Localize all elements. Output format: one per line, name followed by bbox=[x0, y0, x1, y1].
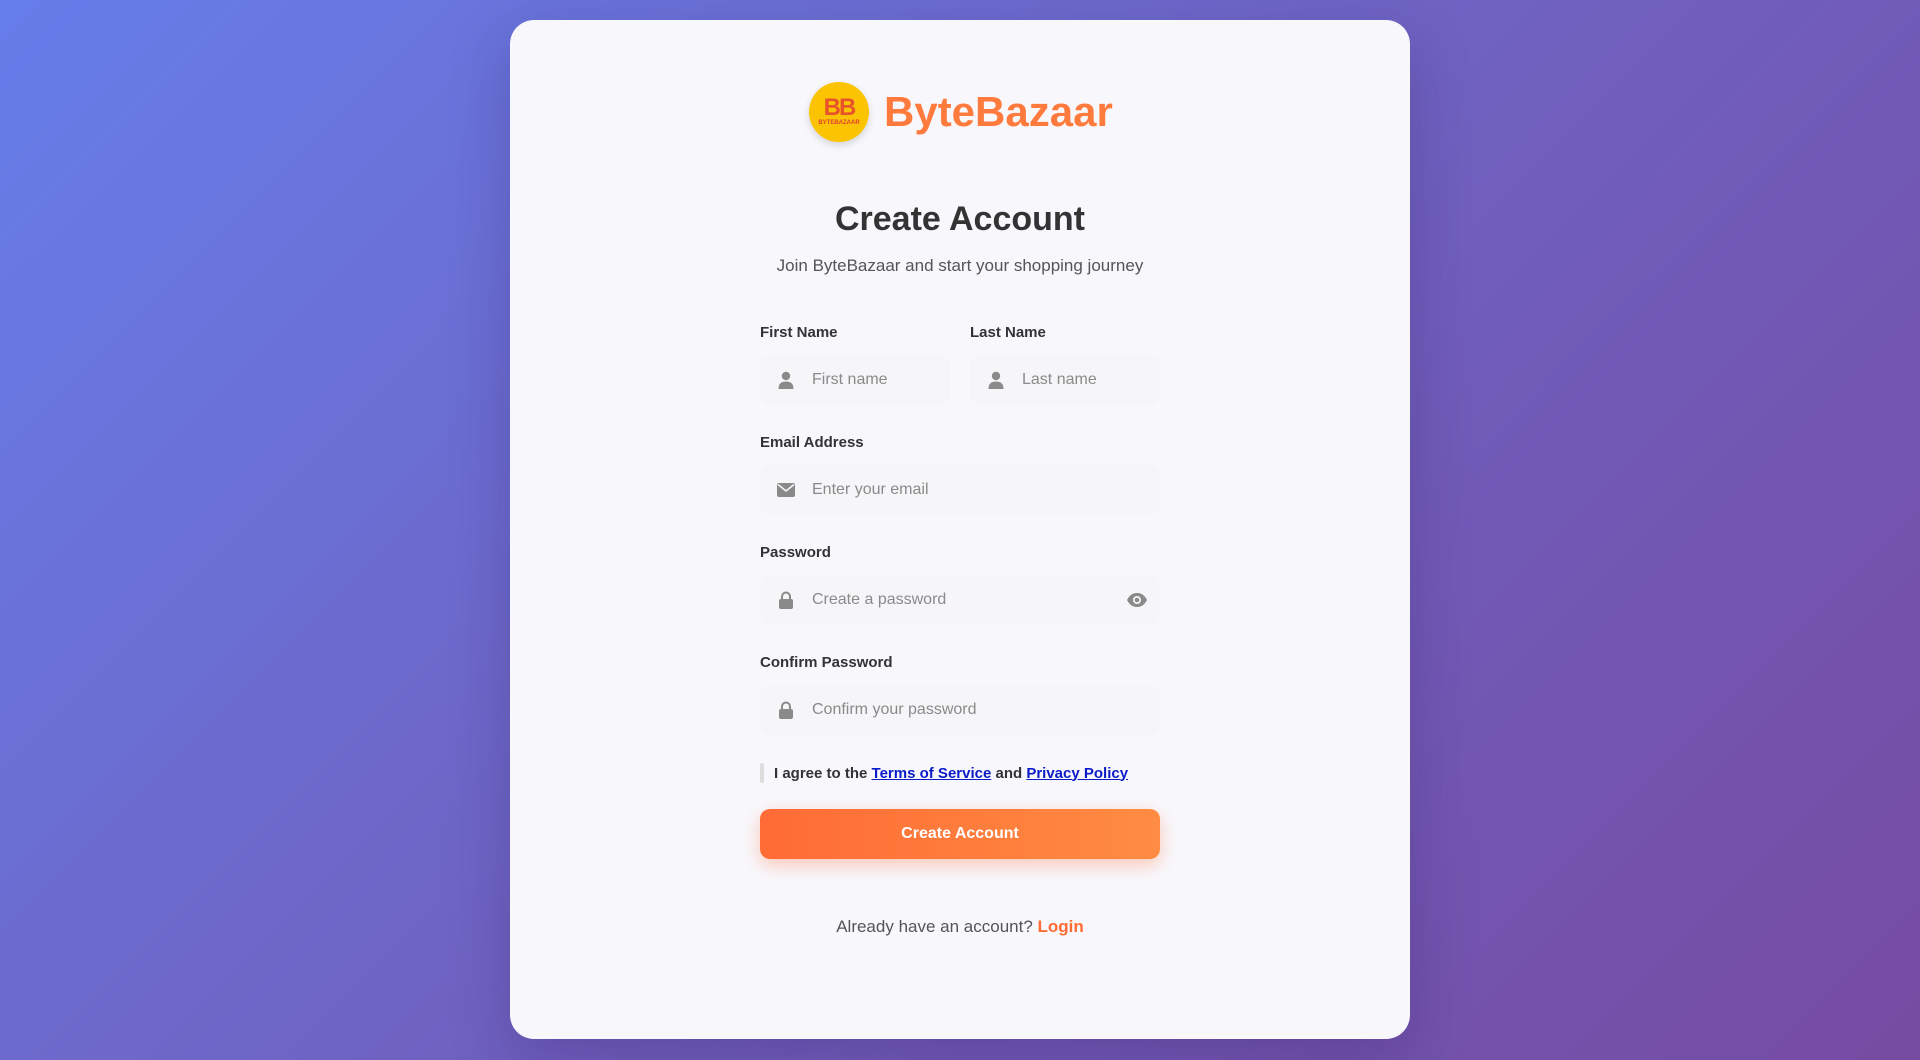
logo-subtext: BYTEBAZAAR bbox=[818, 120, 860, 126]
lock-icon bbox=[776, 700, 796, 720]
logo-text: BB bbox=[823, 94, 857, 121]
first-name-field[interactable]: First name bbox=[760, 355, 950, 405]
last-name-placeholder: Last name bbox=[1022, 371, 1097, 388]
brand-name: ByteBazaar bbox=[884, 88, 1113, 135]
login-prompt-text: Already have an account? bbox=[836, 917, 1033, 936]
last-name-field[interactable]: Last name bbox=[970, 355, 1160, 405]
first-name-placeholder: First name bbox=[812, 371, 888, 388]
terms-checkbox[interactable] bbox=[760, 763, 764, 783]
password-placeholder: Create a password bbox=[812, 591, 947, 608]
page-subtitle: Join ByteBazaar and start your shopping … bbox=[776, 256, 1144, 275]
signup-card: BB BYTEBAZAAR ByteBazaar Create Account … bbox=[510, 20, 1410, 1039]
envelope-icon bbox=[776, 480, 796, 500]
login-prompt: Already have an account? Login bbox=[510, 917, 1410, 937]
first-name-label: First Name bbox=[760, 324, 838, 341]
email-field[interactable]: Enter your email bbox=[760, 465, 1160, 515]
page-title: Create Account bbox=[834, 200, 1086, 238]
terms-of-service-link[interactable]: Terms of Service bbox=[872, 765, 992, 782]
terms-prefix: I agree to the bbox=[774, 764, 868, 782]
login-link[interactable]: Login bbox=[1038, 917, 1084, 936]
brand: BB BYTEBAZAAR ByteBazaar bbox=[809, 82, 1113, 142]
terms-and: and bbox=[995, 764, 1023, 782]
confirm-password-label: Confirm Password bbox=[760, 654, 893, 671]
confirm-password-field[interactable]: Confirm your password bbox=[760, 685, 1160, 735]
terms-agreement: I agree to the Terms of Service and Priv… bbox=[760, 763, 1128, 783]
email-placeholder: Enter your email bbox=[812, 481, 929, 498]
create-account-button[interactable]: Create Account bbox=[760, 809, 1160, 859]
user-icon bbox=[986, 370, 1006, 390]
user-icon bbox=[776, 370, 796, 390]
last-name-label: Last Name bbox=[970, 324, 1046, 341]
email-label: Email Address bbox=[760, 434, 864, 451]
password-label: Password bbox=[760, 544, 831, 561]
lock-icon bbox=[776, 590, 796, 610]
logo: BB BYTEBAZAAR bbox=[809, 82, 869, 142]
eye-icon[interactable] bbox=[1126, 590, 1148, 610]
confirm-password-placeholder: Confirm your password bbox=[812, 701, 977, 718]
privacy-policy-link[interactable]: Privacy Policy bbox=[1026, 765, 1128, 782]
password-field[interactable]: Create a password bbox=[760, 575, 1160, 625]
